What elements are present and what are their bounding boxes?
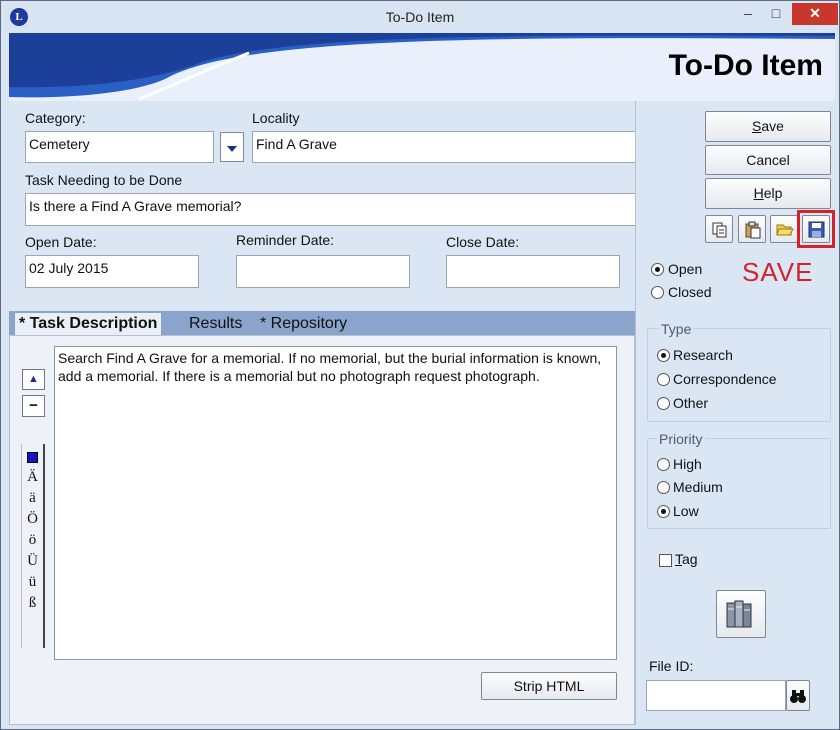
task-field[interactable]: Is there a Find A Grave memorial? (25, 193, 696, 226)
window-title: To-Do Item (385, 9, 455, 25)
tag-label-text: ag (682, 551, 698, 567)
type-other-radio[interactable] (657, 397, 670, 410)
collapse-button[interactable]: − (22, 395, 45, 417)
help-button-accesskey: H (753, 185, 764, 201)
cancel-button[interactable]: Cancel (705, 145, 831, 175)
save-annotation: SAVE (742, 257, 814, 287)
locality-field[interactable]: Find A Grave (252, 131, 671, 163)
open-folder-button[interactable] (770, 215, 798, 243)
priority-medium-label: Medium (673, 479, 723, 495)
save-button-label: ave (761, 118, 784, 134)
category-field[interactable]: Cemetery (25, 131, 214, 163)
move-up-button[interactable]: ▲ (22, 369, 45, 390)
priority-high-radio[interactable] (657, 458, 670, 471)
open-radio-label: Open (668, 261, 703, 277)
reminder-date-label: Reminder Date: (236, 232, 335, 248)
header-banner: To-Do Item (9, 33, 835, 101)
priority-medium-radio[interactable] (657, 481, 670, 494)
type-correspondence-radio[interactable] (657, 373, 670, 386)
copy-icon (712, 222, 727, 238)
category-label: Category: (25, 110, 86, 126)
maximize-button[interactable]: □ (756, 3, 796, 25)
tag-accesskey: T (675, 551, 682, 567)
char-sharp-s[interactable]: ß (22, 593, 43, 614)
category-dropdown-button[interactable] (220, 132, 244, 162)
open-date-label: Open Date: (25, 234, 97, 250)
task-description-textarea[interactable]: Search Find A Grave for a memorial. If n… (54, 346, 617, 660)
tag-checkbox[interactable] (659, 554, 672, 567)
help-button[interactable]: Help (705, 178, 831, 209)
priority-group-title: Priority (657, 431, 705, 447)
file-id-lookup-button[interactable] (786, 680, 810, 711)
paste-icon (745, 221, 761, 239)
char-u-umlaut-upper[interactable]: Ü (22, 551, 43, 572)
type-research-radio[interactable] (657, 349, 670, 362)
folder-open-icon (776, 224, 794, 236)
char-a-umlaut-upper[interactable]: Ä (22, 467, 43, 488)
reminder-date-field[interactable] (236, 255, 410, 288)
tag-label: Tag (675, 551, 698, 567)
page-title: To-Do Item (668, 49, 823, 82)
tab-task-description[interactable]: * Task Description (15, 313, 162, 335)
type-other-label: Other (673, 395, 709, 411)
closed-radio-label: Closed (668, 284, 712, 300)
open-radio[interactable] (651, 263, 664, 276)
priority-high-label: High (673, 456, 702, 472)
strip-html-button[interactable]: Strip HTML (481, 672, 617, 700)
title-bar: L To-Do Item – □ ✕ (1, 1, 839, 33)
char-o-umlaut-upper[interactable]: Ö (22, 509, 43, 530)
save-button-accesskey: S (752, 118, 762, 134)
save-button[interactable]: Save (705, 111, 831, 142)
char-o-umlaut-lower[interactable]: ö (22, 530, 43, 551)
type-correspondence-label: Correspondence (673, 371, 777, 387)
close-date-field[interactable] (446, 255, 620, 288)
special-characters-palette: Ä ä Ö ö Ü ü ß (21, 444, 45, 648)
help-button-label: elp (763, 185, 783, 201)
tab-results[interactable]: Results (185, 313, 246, 335)
close-date-label: Close Date: (446, 234, 520, 250)
tab-repository[interactable]: * Repository (256, 313, 351, 335)
char-a-umlaut-lower[interactable]: ä (22, 488, 43, 509)
books-icon (726, 600, 752, 628)
copy-button[interactable] (705, 215, 733, 243)
save-highlight-box (797, 210, 835, 248)
paste-button[interactable] (738, 215, 766, 243)
file-id-field[interactable] (646, 680, 786, 711)
priority-low-radio[interactable] (657, 505, 670, 518)
task-label: Task Needing to be Done (25, 172, 183, 188)
locality-label: Locality (252, 110, 300, 126)
color-swatch[interactable] (27, 452, 38, 463)
char-u-umlaut-lower[interactable]: ü (22, 572, 43, 593)
todo-item-window: L To-Do Item – □ ✕ To-Do Item Category: … (0, 0, 840, 730)
type-research-label: Research (673, 347, 733, 363)
books-button[interactable] (716, 590, 766, 638)
file-id-label: File ID: (649, 658, 694, 674)
open-date-field[interactable]: 02 July 2015 (25, 255, 199, 288)
close-button[interactable]: ✕ (792, 3, 838, 25)
binoculars-icon (790, 690, 806, 703)
type-group-title: Type (659, 321, 694, 337)
closed-radio[interactable] (651, 286, 664, 299)
priority-low-label: Low (673, 503, 699, 519)
